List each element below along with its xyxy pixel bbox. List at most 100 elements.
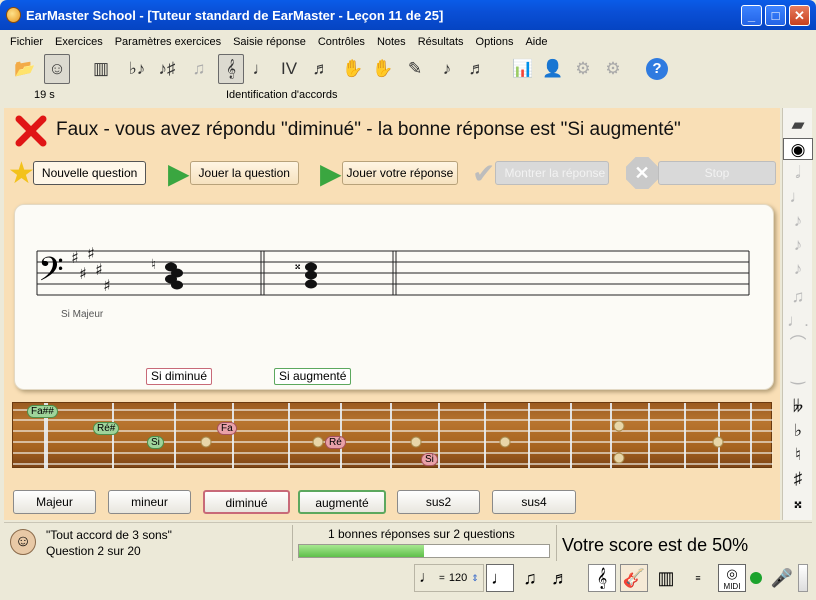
interval-icon[interactable]: ▥	[88, 54, 114, 84]
show-answer-button[interactable]: ✔ Montrer la réponse	[472, 156, 610, 190]
svg-text:♮: ♮	[151, 257, 156, 273]
microphone-icon[interactable]: 🎤	[768, 564, 796, 592]
menu-fichier[interactable]: Fichier	[4, 36, 49, 48]
feedback-message: Faux - vous avez répondu "diminué" - la …	[56, 119, 681, 140]
fret-note: Si	[421, 453, 438, 466]
correct-count: 1 bonnes réponses sur 2 questions	[328, 527, 515, 541]
interval-sing-icon[interactable]: ♪♯	[154, 54, 180, 84]
key-signature: ♯♯♯ ♯♯	[71, 244, 111, 295]
close-button[interactable]: ✕	[789, 5, 810, 26]
fret-note: Ré#	[93, 422, 120, 435]
menu-exercices[interactable]: Exercices	[49, 36, 109, 48]
play-answer-button[interactable]: ▶ Jouer votre réponse	[320, 156, 459, 190]
score-progress-bar	[298, 544, 550, 558]
volume-slider[interactable]	[798, 564, 808, 592]
menu-aide[interactable]: Aide	[519, 36, 553, 48]
double-flat-icon[interactable]: 𝄫	[783, 396, 813, 418]
svg-text:♯: ♯	[103, 276, 111, 295]
menu-parametres-exercices[interactable]: Paramètres exercices	[109, 36, 227, 48]
score-text: Votre score est de 50%	[562, 535, 749, 555]
melody-dictation-icon[interactable]: ✎	[402, 54, 428, 84]
double-sharp-icon[interactable]: 𝄪	[783, 492, 813, 514]
wrong-answer-icon	[15, 115, 47, 147]
checkmark-icon: ✔	[472, 157, 496, 189]
thirtysecond-note-icon[interactable]: ♪	[783, 258, 813, 280]
correct-chord-tag: Si augmenté	[274, 368, 352, 385]
eraser-icon[interactable]: ▰	[783, 114, 813, 136]
sixteenth-note-icon[interactable]: ♪	[783, 234, 813, 256]
svg-text:♯: ♯	[71, 248, 79, 267]
staff-input-icon[interactable]: 𝄞	[588, 564, 616, 592]
whole-note-icon[interactable]: 𝅗𝅥	[783, 162, 813, 184]
help-icon[interactable]: ?	[644, 54, 670, 84]
answer-majeur-button[interactable]: Majeur	[13, 490, 96, 514]
piano-input-icon[interactable]: ▥	[652, 564, 680, 592]
sixteenth-notes-button[interactable]: ♬	[546, 564, 574, 592]
maximize-button[interactable]: □	[765, 5, 786, 26]
solfege-input-icon[interactable]: ≡	[684, 564, 712, 592]
midi-status-indicator	[750, 572, 762, 584]
chord-inversion-icon[interactable]: ♩	[248, 54, 274, 84]
new-question-button[interactable]: ★ Nouvelle question	[8, 156, 147, 190]
guitar-input-icon[interactable]: 🎸	[620, 564, 648, 592]
statistics-icon[interactable]: 📊	[510, 54, 536, 84]
eighth-note-icon[interactable]: ♪	[783, 210, 813, 232]
menu-options[interactable]: Options	[470, 36, 520, 48]
app-icon[interactable]	[6, 7, 21, 23]
triplet-icon[interactable]: ♫	[783, 286, 813, 308]
minimize-button[interactable]: _	[741, 5, 762, 26]
rhythm-clap-icon[interactable]: ✋	[340, 54, 366, 84]
answer-sus4-button[interactable]: sus4	[492, 490, 576, 514]
midi-input-button[interactable]: ◎ MIDI	[718, 564, 746, 592]
melody-sing-icon[interactable]: ♪	[434, 54, 460, 84]
eye-icon[interactable]: ◉	[783, 138, 813, 160]
bass-clef-icon: 𝄢	[38, 251, 64, 297]
rhythm-imitation-icon[interactable]: ✋	[370, 54, 396, 84]
fret-note: Fa	[217, 422, 237, 435]
chord-progression-icon[interactable]: IV	[276, 54, 302, 84]
interval-mic-icon[interactable]: ♫	[186, 54, 212, 84]
fret-note: Ré	[325, 436, 346, 449]
play-question-icon: ▶	[168, 157, 190, 189]
guitar-fretboard[interactable]: Fa## Ré# Si Fa Ré Si	[12, 402, 773, 469]
answer-mineur-button[interactable]: mineur	[108, 490, 191, 514]
chord-identification-icon[interactable]: 𝄞	[218, 54, 244, 84]
svg-text:𝄪: 𝄪	[295, 258, 300, 272]
menu-controles[interactable]: Contrôles	[312, 36, 371, 48]
menu-resultats[interactable]: Résultats	[412, 36, 470, 48]
rhythm-dictation-icon[interactable]: ♬	[464, 54, 490, 84]
tutor-face-icon[interactable]: ☺	[44, 54, 70, 84]
fretboard-strings	[13, 403, 773, 469]
elapsed-time: 19 s	[34, 89, 55, 101]
stop-button[interactable]: ✕ Stop	[626, 156, 776, 190]
stop-icon: ✕	[626, 157, 658, 189]
tempo-control[interactable]: ♩ = 120 ⇕	[414, 564, 484, 592]
natural-icon[interactable]: ♮	[783, 444, 813, 466]
interval-compare-icon[interactable]: ♭♪	[124, 54, 150, 84]
tempo-spinner-icon[interactable]: ⇕	[471, 573, 479, 584]
menu-saisie-reponse[interactable]: Saisie réponse	[227, 36, 312, 48]
score-progress-fill	[299, 545, 424, 557]
tools-icon[interactable]: ⚙	[600, 54, 626, 84]
flat-icon[interactable]: ♭	[783, 420, 813, 442]
dotted-note-icon[interactable]: ♩.	[783, 310, 813, 332]
exercise-panel: Faux - vous avez répondu "diminué" - la …	[4, 108, 780, 520]
title-bar: EarMaster School - [Tuteur standard de E…	[0, 0, 816, 30]
answer-sus2-button[interactable]: sus2	[397, 490, 480, 514]
menu-notes[interactable]: Notes	[371, 36, 412, 48]
scale-icon[interactable]: ♬	[308, 54, 334, 84]
settings-icon[interactable]: ⚙	[570, 54, 596, 84]
answer-diminue-button[interactable]: diminué	[203, 490, 290, 514]
open-folder-icon[interactable]: 📂	[12, 54, 38, 84]
answer-augmente-button[interactable]: augmenté	[298, 490, 386, 514]
quarter-note-button[interactable]: ♩	[486, 564, 514, 592]
play-question-button[interactable]: ▶ Jouer la question	[168, 156, 299, 190]
tie-icon[interactable]: ⌒	[783, 334, 813, 356]
sharp-icon[interactable]: ♯	[783, 468, 813, 490]
user-chord-tag: Si diminué	[146, 368, 213, 385]
eighth-notes-button[interactable]: ♫	[516, 564, 544, 592]
tempo-value: 120	[448, 572, 468, 584]
half-note-icon[interactable]: ♩	[783, 186, 813, 208]
user-icon[interactable]: 👤	[540, 54, 566, 84]
slur-icon[interactable]: ‿	[783, 364, 813, 386]
